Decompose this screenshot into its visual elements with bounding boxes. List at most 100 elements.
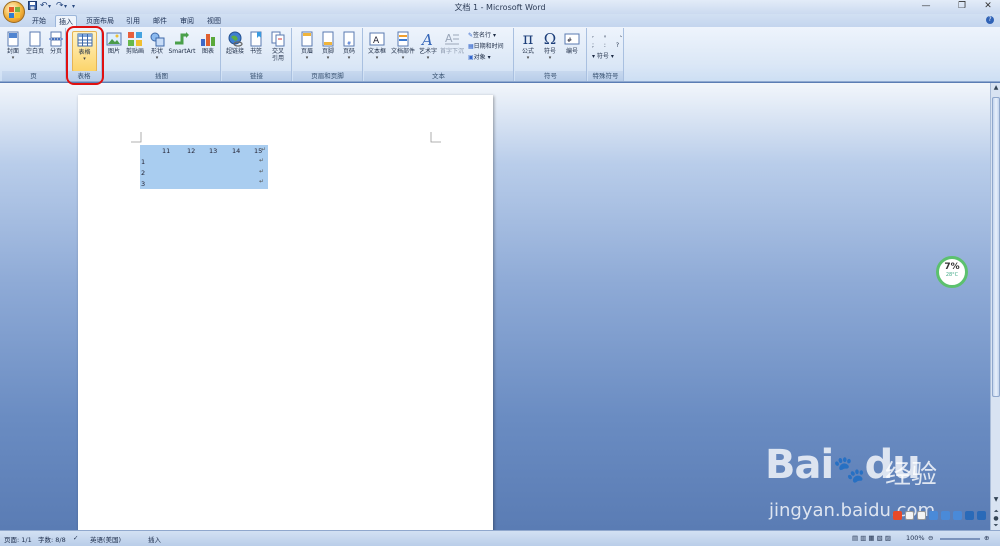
signature-line-label: 签名行 (473, 32, 492, 39)
scroll-up-arrow-icon[interactable]: ▲ (992, 83, 1000, 92)
table-row-number[interactable]: 3 (141, 180, 145, 188)
symbol-button[interactable]: Ω 符号 ▾ (540, 31, 560, 62)
header-button[interactable]: 页眉 ▾ (297, 31, 317, 62)
group-header-footer: 页眉 ▾ 页脚 ▾ # 页码 ▾ 页眉和页脚 (293, 28, 363, 81)
table-header-cell[interactable]: 14 (232, 147, 240, 155)
document-page[interactable]: 11 12 13 14 15 ↵ 1 ↵ 2 ↵ 3 ↵ (78, 95, 493, 530)
special-symbols-row-2[interactable]: ; : ? (592, 41, 623, 50)
ime-mode-icon[interactable] (905, 511, 914, 520)
omega-icon: Ω (543, 30, 557, 48)
special-symbol-button[interactable]: ▾ 符号 ▾ (592, 52, 614, 61)
table-header-cell[interactable]: 12 (187, 147, 195, 155)
table-row-number[interactable]: 1 (141, 158, 145, 166)
table-row-number[interactable]: 2 (141, 169, 145, 177)
document-workspace: 11 12 13 14 15 ↵ 1 ↵ 2 ↵ 3 ↵ 7% 28°C (0, 83, 990, 530)
chart-button[interactable]: 图表 (199, 31, 217, 55)
skin-icon[interactable] (965, 511, 974, 520)
group-label-text: 文本 (364, 71, 513, 81)
restore-button[interactable]: ❐ (952, 1, 972, 12)
table-header-cell[interactable]: 11 (162, 147, 170, 155)
table-header-cell[interactable]: 13 (209, 147, 217, 155)
page-break-icon (49, 31, 63, 47)
widget-temperature: 28°C (945, 272, 959, 278)
group-label-special-symbols: 特殊符号 (588, 71, 623, 81)
page-break-button[interactable]: 分页 (48, 31, 64, 55)
drop-cap-button[interactable]: A 首字下沉 (440, 31, 464, 55)
shapes-button[interactable]: 形状 ▾ (148, 31, 166, 62)
dropdown-arrow-icon: ▾ (155, 55, 159, 61)
punctuation-icon[interactable] (917, 511, 926, 520)
table-icon (77, 33, 92, 47)
zoom-slider[interactable] (940, 538, 980, 540)
view-print-layout-icon[interactable]: ▤ ▥ ▦ ▧ ▨ (852, 534, 891, 542)
footer-button[interactable]: 页脚 ▾ (318, 31, 338, 62)
cover-button[interactable]: 封面 ▾ (4, 31, 22, 62)
next-page-icon[interactable]: ⏷ (992, 521, 1000, 530)
zoom-out-icon[interactable]: ⊖ (928, 534, 933, 542)
text-box-label: 文本框 (367, 48, 386, 55)
clip-art-button[interactable]: 剪贴画 (124, 31, 146, 55)
word-count[interactable]: 字数: 8/8 (38, 534, 66, 544)
bookmark-button[interactable]: 书签 (247, 31, 265, 55)
dropdown-arrow-icon: ▾ (526, 55, 530, 61)
help-icon[interactable]: ? (986, 16, 994, 24)
selected-table[interactable]: 11 12 13 14 15 ↵ 1 ↵ 2 ↵ 3 ↵ (140, 145, 268, 189)
zoom-in-icon[interactable]: ⊕ (984, 534, 989, 542)
wordart-button[interactable]: A 艺术字 ▾ (417, 31, 439, 62)
blank-page-button[interactable]: 空白页 (24, 31, 46, 55)
proofing-icon[interactable]: ✓ (73, 534, 78, 542)
drop-cap-label: 首字下沉 (440, 48, 465, 55)
insert-mode-indicator[interactable]: 插入 (148, 534, 161, 544)
hyperlink-button[interactable]: 超链接 (224, 31, 246, 55)
tab-review[interactable]: 审阅 (177, 15, 197, 27)
vertical-scrollbar[interactable]: ▲ ▼ ⏶ ● ⏷ (990, 83, 1000, 530)
ime-icon[interactable] (893, 511, 902, 520)
tab-page-layout[interactable]: 页面布局 (84, 15, 116, 27)
date-time-label: 日期和时间 (473, 43, 504, 50)
zoom-level[interactable]: 100% (906, 534, 925, 542)
network-speed-widget[interactable]: 7% 28°C (936, 256, 968, 288)
language-indicator[interactable]: 英语(美国) (90, 534, 121, 544)
svg-text:A: A (420, 31, 433, 47)
keyboard-icon[interactable] (953, 511, 962, 520)
picture-button[interactable]: 图片 (105, 31, 123, 55)
wordart-label: 艺术字 (418, 48, 437, 55)
cross-reference-label-1: 交叉 (271, 48, 284, 55)
group-label-links: 链接 (222, 71, 291, 81)
equation-button[interactable]: π 公式 ▾ (518, 31, 538, 62)
ribbon-tabs: 开始 插入 页面布局 引用 邮件 审阅 视图 ? (0, 14, 1000, 27)
office-button[interactable] (3, 1, 25, 23)
tab-insert[interactable]: 插入 (55, 15, 77, 27)
group-tables: 表格 ▾ 表格 (67, 28, 102, 81)
cross-reference-button[interactable]: 交叉 引用 (267, 31, 289, 62)
special-symbols-row-1[interactable]: , 。 、 (592, 31, 630, 40)
date-time-button[interactable]: ▦日期和时间 (468, 42, 504, 51)
scrollbar-thumb[interactable] (992, 97, 1000, 397)
emoji-icon[interactable] (929, 511, 938, 520)
close-button[interactable]: ✕ (978, 1, 998, 12)
text-box-button[interactable]: A 文本框 ▾ (366, 31, 388, 62)
tab-references[interactable]: 引用 (123, 15, 143, 27)
status-bar: 页面: 1/1 字数: 8/8 ✓ 英语(美国) 插入 ▤ ▥ ▦ ▧ ▨ 10… (0, 530, 1000, 546)
microphone-icon[interactable] (941, 511, 950, 520)
dropdown-arrow-icon: ▾ (83, 56, 86, 62)
page-count[interactable]: 页面: 1/1 (4, 534, 32, 544)
special-symbol-label: 符号 (596, 53, 609, 60)
object-button[interactable]: ▣对象 ▾ (468, 53, 491, 62)
group-text: A 文本框 ▾ 文档部件 ▾ A 艺术字 ▾ A 首字下沉 ✎签名行 ▾ ▦日期… (364, 28, 514, 81)
tab-view[interactable]: 视图 (204, 15, 224, 27)
smartart-button[interactable]: SmartArt (167, 31, 197, 55)
table-button[interactable]: 表格 ▾ (72, 31, 97, 72)
toolbox-icon[interactable] (977, 511, 986, 520)
tab-mailings[interactable]: 邮件 (150, 15, 170, 27)
page-number-button[interactable]: # 页码 ▾ (339, 31, 359, 62)
numbering-button[interactable]: # 编号 (562, 31, 582, 55)
quick-parts-button[interactable]: 文档部件 ▾ (390, 31, 416, 62)
signature-line-button[interactable]: ✎签名行 ▾ (468, 31, 496, 40)
blank-page-label: 空白页 (25, 48, 44, 55)
minimize-button[interactable]: — (916, 1, 936, 12)
scroll-down-arrow-icon[interactable]: ▼ (992, 495, 1000, 504)
group-links: 超链接 书签 交叉 引用 链接 (222, 28, 292, 81)
tab-home[interactable]: 开始 (28, 15, 50, 27)
drop-cap-icon: A (445, 32, 459, 45)
